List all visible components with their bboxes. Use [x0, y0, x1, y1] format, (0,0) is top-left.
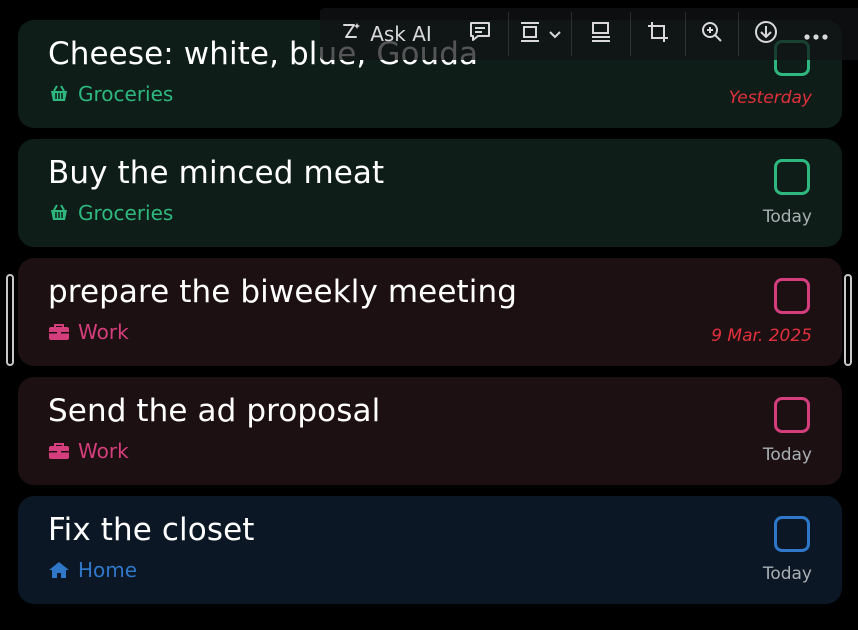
floating-toolbar: Ask AI: [320, 8, 858, 60]
download-button[interactable]: [739, 8, 793, 60]
task-category-label: Work: [78, 439, 129, 463]
more-options-button[interactable]: [793, 8, 839, 60]
more-icon: [803, 22, 829, 46]
task-due-date: 9 Mar. 2025: [711, 326, 812, 346]
task-category: Home: [48, 558, 137, 582]
task-title: Buy the minced meat: [48, 155, 385, 191]
ask-ai-button[interactable]: Ask AI: [320, 8, 452, 60]
task-list-screen: Cheese: white, blue, Gouda Groceries Yes…: [0, 0, 858, 630]
briefcase-icon: [48, 321, 70, 343]
layout-dropdown-button[interactable]: [509, 8, 571, 60]
crop-icon: [646, 20, 670, 49]
zoom-in-icon: [700, 20, 724, 49]
chevron-down-icon: [548, 22, 562, 46]
align-button[interactable]: [572, 8, 630, 60]
download-icon: [753, 19, 779, 50]
task-category: Work: [48, 439, 129, 463]
comment-button[interactable]: [452, 8, 508, 60]
task-due-date: Today: [762, 445, 812, 465]
basket-icon: [48, 202, 70, 224]
task-complete-checkbox[interactable]: [774, 516, 810, 552]
task-due-date: Today: [762, 564, 812, 584]
task-due-date: Today: [762, 207, 812, 227]
ask-ai-label: Ask AI: [370, 22, 432, 46]
comment-icon: [467, 19, 493, 50]
ai-sparkle-icon: [340, 20, 364, 49]
task-category: Groceries: [48, 82, 173, 106]
task-complete-checkbox[interactable]: [774, 278, 810, 314]
task-title: Send the ad proposal: [48, 393, 381, 429]
task-complete-checkbox[interactable]: [774, 159, 810, 195]
task-complete-checkbox[interactable]: [774, 397, 810, 433]
right-resize-handle[interactable]: [844, 274, 852, 366]
task-category: Work: [48, 320, 129, 344]
left-resize-handle[interactable]: [6, 274, 14, 366]
zoom-in-button[interactable]: [686, 8, 738, 60]
home-icon: [48, 559, 70, 581]
task-card-2[interactable]: prepare the biweekly meeting Work 9 Mar.…: [18, 258, 842, 366]
task-category-label: Groceries: [78, 82, 174, 106]
task-title: Fix the closet: [48, 512, 255, 548]
task-card-4[interactable]: Fix the closet Home Today: [18, 496, 842, 604]
task-category: Groceries: [48, 201, 173, 225]
basket-icon: [48, 83, 70, 105]
task-category-label: Work: [78, 320, 129, 344]
crop-button[interactable]: [631, 8, 685, 60]
task-card-1[interactable]: Buy the minced meat Groceries Today: [18, 139, 842, 247]
task-card-3[interactable]: Send the ad proposal Work Today: [18, 377, 842, 485]
task-category-label: Groceries: [78, 201, 174, 225]
task-title: prepare the biweekly meeting: [48, 274, 517, 310]
layout-icon: [518, 20, 542, 49]
task-due-date: Yesterday: [728, 88, 812, 108]
align-icon: [589, 20, 613, 49]
task-category-label: Home: [78, 558, 138, 582]
briefcase-icon: [48, 440, 70, 462]
